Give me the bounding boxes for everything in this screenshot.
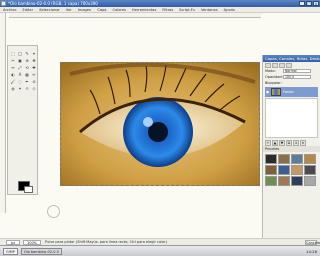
layer-item-fondo[interactable]: ● Fondo [265,87,318,97]
brush-swatch[interactable] [278,154,290,164]
layer-name: Fondo [283,90,294,94]
new-layer-icon[interactable]: + [265,140,271,146]
airbrush-tool-icon[interactable]: ◌ [17,78,23,84]
dodge-tool-icon[interactable]: ☼ [24,85,30,91]
ellipse-select-tool-icon[interactable]: ◯ [17,50,23,56]
bucket-fill-tool-icon[interactable]: ▦ [24,71,30,77]
brush-swatch[interactable] [291,165,303,175]
rect-select-tool-icon[interactable]: ⬚ [10,50,16,56]
cancel-button[interactable]: Cancelar [305,239,320,245]
free-select-tool-icon[interactable]: ✎ [24,50,30,56]
clock: 14:26 [306,248,317,254]
tab-layers[interactable] [265,63,271,68]
dock-title: Capas, Canales, Rutas, Deshacer [263,55,320,62]
horizontal-ruler[interactable] [9,13,261,18]
taskbar: GIMP Olo bambino-02-0.0 14:26 [0,245,320,256]
lock-label: Bloquear: [265,81,282,85]
mode-select[interactable]: Normal [283,69,311,73]
menu-image[interactable]: Imagen [75,8,95,12]
menu-file[interactable]: Archivo [0,8,19,12]
menu-select[interactable]: Seleccionar [36,8,63,12]
unit-select[interactable]: px [6,239,20,245]
brush-cursor-outline [47,205,60,218]
menu-help[interactable]: Ayuda [221,8,238,12]
fuzzy-select-tool-icon[interactable]: ⌖ [31,50,37,56]
status-message: Pulse para pintar (Shift Mayús. para lín… [45,240,168,244]
layers-dock: Capas, Canales, Rutas, Deshacer Modo: No… [262,55,320,238]
layer-thumbnail [271,88,281,96]
brush-swatch[interactable] [304,165,316,175]
tab-channels[interactable] [272,63,278,68]
layer-buttons: + ▲ ▼ ⧉ ⚓ ✕ [263,138,320,146]
taskbar-item-gimp[interactable]: GIMP [3,247,18,255]
brush-grid [263,152,320,188]
eye-visibility-icon[interactable]: ● [266,90,270,94]
maximize-button[interactable]: □ [306,1,312,6]
close-button[interactable]: x [313,1,319,6]
opacity-label: Opacidad: [265,75,283,79]
tab-undo[interactable] [286,63,292,68]
mode-label: Modo: [265,69,276,73]
toolbox: ⬚ ◯ ✎ ⌖ ✂ ▣ ⊕ ✥ ↔ ⤢ ⟲ ✚ ◐ A ▦ ✏ 🖌 ◌ ✒ ⊘ … [7,45,38,195]
taskbar-item-image[interactable]: Olo bambino-02-0.0 [20,247,62,255]
brush-swatch[interactable] [265,176,277,186]
gimp-app-icon [1,1,6,6]
layer-list [265,98,318,138]
pencil-tool-icon[interactable]: ✏ [31,71,37,77]
window-title: *Olo bambino-02-0.0 (RGB, 1 capa) 700x39… [8,1,98,6]
brush-swatch[interactable] [265,165,277,175]
lower-layer-icon[interactable]: ▼ [279,140,285,146]
ink-tool-icon[interactable]: ✒ [24,78,30,84]
paintbrush-tool-icon[interactable]: 🖌 [10,78,16,84]
scissors-tool-icon[interactable]: ✂ [10,57,16,63]
text-tool-icon[interactable]: A [17,71,23,77]
vertical-ruler[interactable] [0,13,6,213]
menu-filters[interactable]: Filtros [159,8,176,12]
duplicate-layer-icon[interactable]: ⧉ [286,140,292,146]
tool-grid: ⬚ ◯ ✎ ⌖ ✂ ▣ ⊕ ✥ ↔ ⤢ ⟲ ✚ ◐ A ▦ ✏ 🖌 ◌ ✒ ⊘ … [10,50,37,91]
smudge-tool-icon[interactable]: ◇ [31,85,37,91]
menu-script-fu[interactable]: Script-Fu [176,8,198,12]
selection-outline [60,62,260,186]
background-color-swatch[interactable] [24,186,33,193]
crop-tool-icon[interactable]: ▣ [17,57,23,63]
brush-swatch[interactable] [304,176,316,186]
heal-tool-icon[interactable]: ✦ [17,85,23,91]
clone-tool-icon[interactable]: ◍ [10,85,16,91]
status-bar: px 100% Pulse para pintar (Shift Mayús. … [0,238,320,245]
minimize-button[interactable]: _ [299,1,305,6]
brush-swatch[interactable] [265,154,277,164]
brush-swatch[interactable] [278,176,290,186]
menu-edit[interactable]: Editar [19,8,36,12]
window-titlebar: *Olo bambino-02-0.0 (RGB, 1 capa) 700x39… [0,0,320,7]
move-tool-icon[interactable]: ✥ [31,57,37,63]
brush-swatch[interactable] [304,154,316,164]
opacity-input[interactable]: 100,0 [283,75,311,79]
menu-layer[interactable]: Capa [94,8,109,12]
measure-tool-icon[interactable]: ✚ [31,64,37,70]
menu-colors[interactable]: Colores [110,8,129,12]
lock-row: Bloquear: [263,80,320,86]
menu-tools[interactable]: Herramientas [129,8,159,12]
rotate-tool-icon[interactable]: ⟲ [24,64,30,70]
anchor-layer-icon[interactable]: ⚓ [293,140,299,146]
raise-layer-icon[interactable]: ▲ [272,140,278,146]
scale-tool-icon[interactable]: ⤢ [17,64,23,70]
zoom-tool-icon[interactable]: ⊕ [24,57,30,63]
brush-swatch[interactable] [291,176,303,186]
brush-swatch[interactable] [291,154,303,164]
flip-tool-icon[interactable]: ↔ [10,64,16,70]
menu-view[interactable]: Ver [63,8,75,12]
brush-swatch[interactable] [278,165,290,175]
zoom-select[interactable]: 100% [23,239,41,245]
tab-paths[interactable] [279,63,285,68]
eraser-tool-icon[interactable]: ⊘ [31,78,37,84]
blend-tool-icon[interactable]: ◐ [10,71,16,77]
menu-windows[interactable]: Ventanas [198,8,221,12]
delete-layer-icon[interactable]: ✕ [300,140,306,146]
